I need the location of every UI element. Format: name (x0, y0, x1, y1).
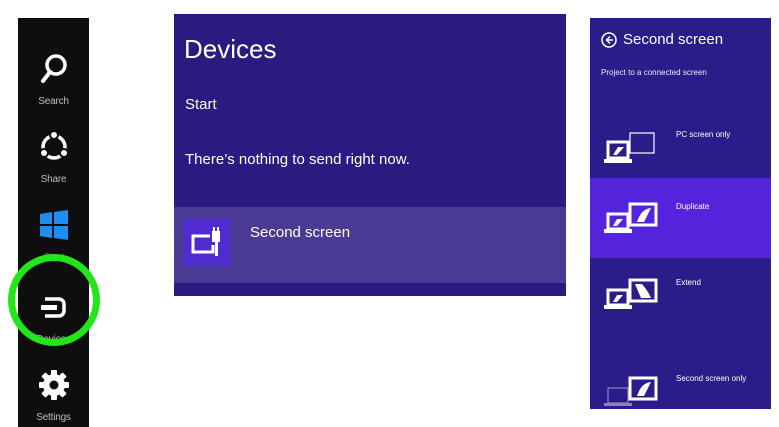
device-tile (184, 219, 231, 266)
charms-bar: Search Share Start Devices Settings (18, 18, 89, 427)
device-name: Second screen (250, 224, 351, 241)
charm-settings-label: Settings (36, 412, 71, 423)
devices-highlight-ring (8, 254, 100, 346)
option-pc-screen-only[interactable]: PC screen only (590, 108, 771, 188)
extend-icon (604, 278, 658, 309)
devices-title: Devices (184, 34, 277, 64)
charm-share-label: Share (40, 174, 67, 185)
devices-message: There’s nothing to send right now. (185, 151, 410, 168)
search-icon (41, 54, 67, 83)
option-pc-screen-only-label: PC screen only (676, 130, 731, 139)
charm-search[interactable]: Search (18, 38, 89, 116)
charm-share[interactable]: Share (18, 116, 89, 194)
share-icon (39, 130, 69, 160)
device-item-second-screen[interactable]: Second screen (174, 207, 566, 283)
option-second-screen-only-label: Second screen only (676, 374, 747, 383)
windows-logo-icon (40, 210, 68, 240)
pc-screen-only-icon (604, 132, 655, 163)
option-extend-label: Extend (676, 278, 701, 287)
second-screen-title: Second screen (623, 31, 724, 48)
charm-search-label: Search (38, 96, 69, 107)
devices-start-label: Start (185, 96, 217, 113)
back-arrow-icon[interactable] (601, 32, 617, 48)
charm-settings[interactable]: Settings (18, 354, 89, 427)
second-screen-panel: Second screen Project to a connected scr… (590, 18, 771, 409)
second-screen-plug-icon (191, 227, 221, 256)
second-screen-only-icon (604, 376, 658, 406)
second-screen-subtitle: Project to a connected screen (601, 68, 707, 77)
option-duplicate-label: Duplicate (676, 202, 710, 211)
option-extend[interactable]: Extend (590, 254, 771, 334)
gear-icon (39, 370, 69, 400)
duplicate-icon (604, 202, 658, 233)
option-duplicate[interactable]: Duplicate (590, 178, 771, 258)
option-second-screen-only[interactable]: Second screen only (590, 344, 771, 424)
devices-panel: Devices Start There’s nothing to send ri… (174, 14, 566, 296)
